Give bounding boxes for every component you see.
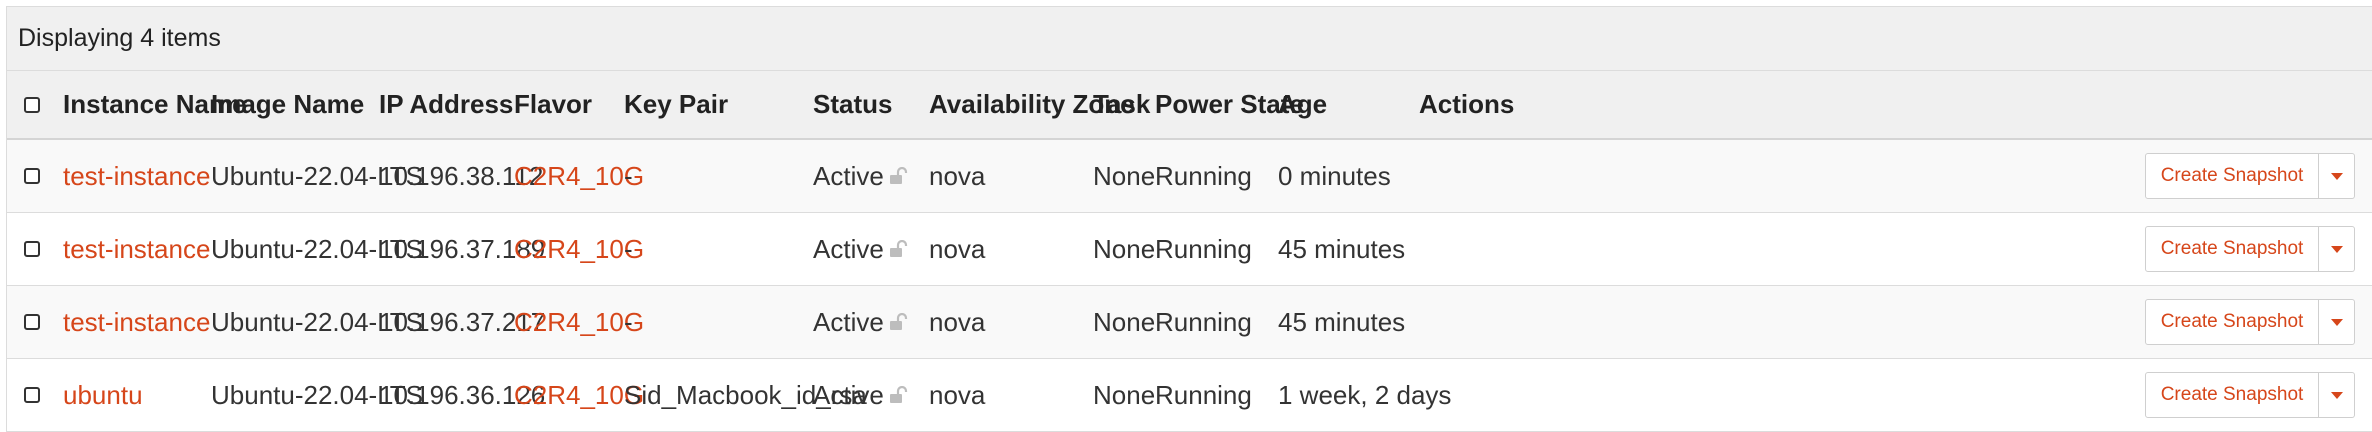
row-actions-group: Create Snapshot (2145, 226, 2355, 272)
table-row: test-instance Ubuntu-22.04-LTS 10.196.37.1… (7, 213, 2372, 286)
create-snapshot-button[interactable]: Create Snapshot (2145, 153, 2319, 199)
row-select-checkbox[interactable] (24, 241, 40, 257)
unlocked-padlock-icon (889, 286, 909, 358)
col-status[interactable]: Status (813, 71, 892, 138)
task: None (1093, 160, 1156, 191)
instance-name-link[interactable]: test-instance (63, 140, 210, 212)
row-select-checkbox[interactable] (24, 387, 40, 403)
availability-zone: nova (929, 233, 986, 264)
caret-down-icon (2330, 318, 2343, 326)
age: 45 minutes (1278, 233, 1406, 264)
instance-name-link[interactable]: test-instance (63, 213, 210, 285)
caret-down-icon (2330, 245, 2343, 253)
create-snapshot-button[interactable]: Create Snapshot (2145, 372, 2319, 418)
age: 0 minutes (1278, 160, 1391, 191)
status: Active (813, 233, 884, 264)
select-all-cell (24, 71, 40, 138)
status: Active (813, 379, 884, 410)
row-actions-group: Create Snapshot (2145, 153, 2355, 199)
task: None (1093, 233, 1156, 264)
col-key-pair[interactable]: Key Pair (624, 71, 728, 138)
col-actions: Actions (1419, 89, 1515, 119)
age: 45 minutes (1278, 306, 1406, 337)
select-all-checkbox[interactable] (24, 96, 40, 113)
instance-name-link[interactable]: test-instance (63, 286, 210, 358)
col-age[interactable]: Age (1278, 71, 1327, 138)
status: Active (813, 160, 884, 191)
col-flavor[interactable]: Flavor (514, 71, 592, 138)
power-state: Running (1155, 306, 1252, 337)
availability-zone: nova (929, 160, 986, 191)
row-select-checkbox[interactable] (24, 314, 40, 330)
unlocked-padlock-icon (889, 213, 909, 285)
table-row: test-instance Ubuntu-22.04-LTS 10.196.38.1… (7, 140, 2372, 213)
table-header: Instance Name Image Name IP Address Flav… (7, 71, 2372, 140)
availability-zone: nova (929, 379, 986, 410)
instance-name-link[interactable]: ubuntu (63, 359, 143, 431)
status: Active (813, 306, 884, 337)
unlocked-padlock-icon (889, 140, 909, 212)
create-snapshot-button[interactable]: Create Snapshot (2145, 299, 2319, 345)
col-task[interactable]: Task (1093, 71, 1150, 138)
row-actions-group: Create Snapshot (2145, 299, 2355, 345)
key-pair: - (624, 306, 633, 337)
col-ip-address[interactable]: IP Address (379, 71, 513, 138)
availability-zone: nova (929, 306, 986, 337)
row-select-cell (24, 140, 40, 212)
table-caption: Displaying 4 items (7, 7, 2372, 71)
caret-down-icon (2330, 172, 2343, 180)
power-state: Running (1155, 233, 1252, 264)
table-body: test-instance Ubuntu-22.04-LTS 10.196.38.1… (7, 140, 2372, 431)
actions-dropdown-toggle[interactable] (2319, 299, 2355, 345)
row-actions-group: Create Snapshot (2145, 372, 2355, 418)
row-select-cell (24, 286, 40, 358)
task: None (1093, 379, 1156, 410)
key-pair: - (624, 160, 633, 191)
task: None (1093, 306, 1156, 337)
actions-dropdown-toggle[interactable] (2319, 372, 2355, 418)
age: 1 week, 2 days (1278, 379, 1452, 410)
row-select-checkbox[interactable] (24, 168, 40, 184)
power-state: Running (1155, 379, 1252, 410)
row-select-cell (24, 213, 40, 285)
create-snapshot-button[interactable]: Create Snapshot (2145, 226, 2319, 272)
power-state: Running (1155, 160, 1252, 191)
row-select-cell (24, 359, 40, 431)
table-row: test-instance Ubuntu-22.04-LTS 10.196.37.2… (7, 286, 2372, 359)
caret-down-icon (2330, 391, 2343, 399)
actions-dropdown-toggle[interactable] (2319, 153, 2355, 199)
table-row: ubuntu Ubuntu-22.04-LTS 10.196.36.126 C2R4_… (7, 359, 2372, 431)
instances-table: Displaying 4 items Instance Name Image N… (6, 6, 2372, 432)
actions-dropdown-toggle[interactable] (2319, 226, 2355, 272)
unlocked-padlock-icon (889, 359, 909, 431)
key-pair: - (624, 233, 633, 264)
col-image-name[interactable]: Image Name (211, 71, 364, 138)
